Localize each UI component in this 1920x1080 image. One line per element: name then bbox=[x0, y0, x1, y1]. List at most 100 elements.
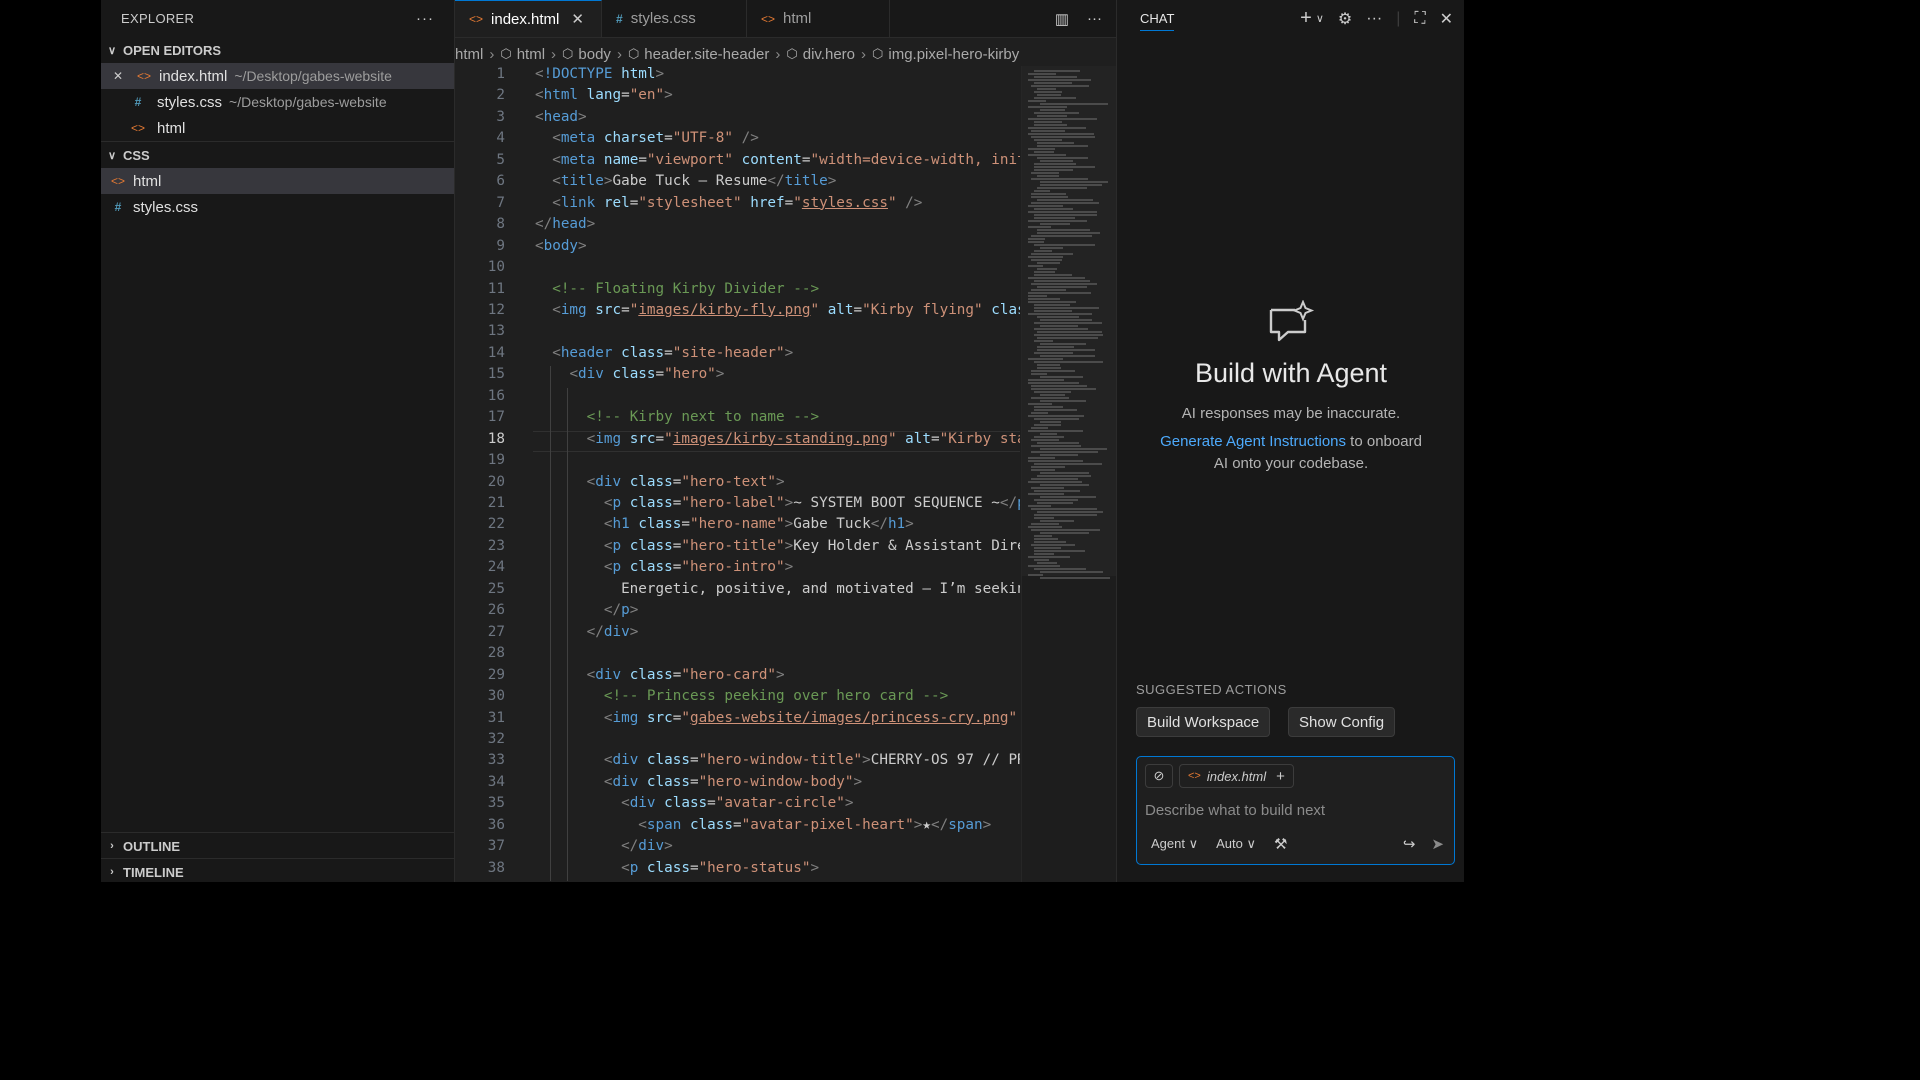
chevron-down-icon[interactable]: ∨ bbox=[1316, 12, 1324, 25]
new-chat-icon[interactable]: + bbox=[1300, 7, 1312, 30]
generate-instructions-link[interactable]: Generate Agent Instructions bbox=[1160, 433, 1346, 450]
minimap-line bbox=[1037, 337, 1098, 339]
close-icon[interactable]: ✕ bbox=[571, 10, 584, 28]
code-line[interactable]: <span class="avatar-pixel-heart">★</span… bbox=[535, 817, 991, 833]
chat-header: CHAT + ∨ ⚙ ··· | ⛶ ✕ bbox=[1117, 0, 1464, 37]
code-line[interactable]: <header class="site-header"> bbox=[535, 345, 793, 361]
model-dropdown[interactable]: Auto ∨ bbox=[1216, 836, 1256, 852]
code-area[interactable]: 1 <!DOCTYPE html> 2 <html lang="en"> 3 <head>… bbox=[455, 66, 1020, 882]
folder-label: CSS bbox=[123, 147, 150, 163]
code-line[interactable]: <meta name="viewport" content="width=dev… bbox=[535, 152, 1020, 168]
minimap-line bbox=[1028, 118, 1098, 120]
code-line[interactable]: <title>Gabe Tuck – Resume</title> bbox=[535, 173, 836, 189]
code-line[interactable]: <!-- Princess peeking over hero card --> bbox=[535, 688, 948, 704]
code-line[interactable]: <!DOCTYPE html> bbox=[535, 66, 664, 82]
code-line[interactable]: <body> bbox=[535, 238, 587, 254]
chat-input-toolbar: Agent ∨ Auto ∨ ⚒ ↪ ➤ bbox=[1151, 834, 1444, 854]
minimap-line bbox=[1031, 196, 1068, 198]
code-line[interactable]: <div class="hero-card"> bbox=[535, 667, 785, 683]
code-line[interactable]: <p class="hero-status"> bbox=[535, 860, 819, 876]
breadcrumb-item[interactable]: header.site-header bbox=[644, 46, 769, 63]
open-editor-item[interactable]: # styles.css ~/Desktop/gabes-website bbox=[101, 89, 454, 115]
code-line[interactable]: <p class="hero-title">Key Holder & Assis… bbox=[535, 538, 1020, 554]
code-line[interactable]: <div class="avatar-circle"> bbox=[535, 795, 854, 812]
maximize-icon[interactable]: ⛶ bbox=[1414, 10, 1425, 28]
tab-styles-css[interactable]: # styles.css bbox=[602, 0, 747, 37]
code-line[interactable]: <div class="hero-window-title">CHERRY-OS… bbox=[535, 752, 1020, 768]
code-line[interactable]: </head> bbox=[535, 216, 595, 232]
folder-file-item[interactable]: <> html bbox=[101, 168, 454, 194]
context-chip[interactable]: <> index.html + bbox=[1179, 764, 1294, 788]
code-line[interactable]: <img src="images/kirby-standing.png" alt… bbox=[535, 431, 1020, 447]
close-icon[interactable]: ✕ bbox=[1440, 9, 1453, 29]
code-token: images/kirby-fly.png bbox=[638, 301, 811, 318]
outline-section[interactable]: › OUTLINE bbox=[101, 832, 454, 859]
minimap-line bbox=[1037, 367, 1062, 369]
breadcrumb-item[interactable]: div.hero bbox=[803, 46, 855, 63]
open-editor-item[interactable]: <> html bbox=[101, 115, 454, 141]
code-line[interactable]: <div class="hero-window-body"> bbox=[535, 774, 862, 790]
breadcrumb-item[interactable]: html bbox=[455, 46, 483, 63]
code-line[interactable]: <div class="hero-text"> bbox=[535, 474, 785, 490]
tab-index-html[interactable]: <> index.html ✕ bbox=[455, 0, 602, 37]
minimap-line bbox=[1040, 103, 1109, 105]
minimap[interactable] bbox=[1021, 66, 1117, 882]
code-token: img bbox=[595, 430, 622, 447]
chat-title[interactable]: CHAT bbox=[1140, 6, 1175, 31]
open-editors-section[interactable]: ∨ OPEN EDITORS bbox=[101, 37, 454, 63]
code-line[interactable]: <img src="images/kirby-fly.png" alt="Kir… bbox=[535, 302, 1020, 318]
breadcrumb-item[interactable]: html bbox=[517, 46, 545, 63]
more-actions-icon[interactable]: ··· bbox=[1366, 10, 1382, 28]
more-actions-icon[interactable]: ··· bbox=[1087, 10, 1102, 27]
code-line[interactable]: <!-- Kirby next to name --> bbox=[535, 409, 819, 425]
line-number: 37 bbox=[487, 838, 505, 855]
code-line[interactable]: <h1 class="hero-name">Gabe Tuck</h1> bbox=[535, 516, 914, 532]
code-line[interactable]: <link rel="stylesheet" href="styles.css"… bbox=[535, 195, 922, 211]
show-config-button[interactable]: Show Config bbox=[1288, 707, 1396, 737]
timeline-section[interactable]: › TIMELINE bbox=[101, 858, 454, 882]
build-workspace-button[interactable]: Build Workspace bbox=[1136, 707, 1271, 737]
send-icon[interactable]: ➤ bbox=[1431, 835, 1444, 853]
minimap-line bbox=[1028, 73, 1057, 75]
code-line[interactable]: <p class="hero-label">~ SYSTEM BOOT SEQU… bbox=[535, 495, 1020, 511]
tools-icon[interactable]: ⚒ bbox=[1274, 835, 1287, 853]
outline-label: OUTLINE bbox=[123, 838, 181, 854]
split-editor-icon[interactable]: ▥ bbox=[1055, 10, 1069, 28]
minimap-line bbox=[1031, 412, 1048, 414]
code-line[interactable]: <p class="hero-intro"> bbox=[535, 559, 793, 575]
code-line[interactable]: <html lang="en"> bbox=[535, 87, 673, 103]
chat-input-placeholder[interactable]: Describe what to build next bbox=[1145, 802, 1325, 819]
breadcrumb-item[interactable]: img.pixel-hero-kirby bbox=[888, 46, 1019, 63]
minimap-line bbox=[1031, 478, 1079, 480]
code-token: > bbox=[844, 795, 854, 812]
code-line[interactable]: <!-- Floating Kirby Divider --> bbox=[535, 281, 819, 297]
code-line[interactable]: <meta charset="UTF-8" /> bbox=[535, 130, 759, 146]
code-token: " bbox=[887, 430, 897, 447]
mode-dropdown[interactable]: Agent ∨ bbox=[1151, 836, 1198, 852]
code-token: </ bbox=[621, 838, 639, 855]
code-line[interactable]: <head> bbox=[535, 109, 587, 125]
delegate-icon[interactable]: ↪ bbox=[1403, 835, 1416, 853]
code-token: > bbox=[776, 473, 785, 490]
more-actions-icon[interactable]: ··· bbox=[416, 10, 434, 27]
close-icon[interactable]: ✕ bbox=[107, 69, 129, 83]
gear-icon[interactable]: ⚙ bbox=[1338, 9, 1352, 29]
code-token: "hero-name" bbox=[689, 516, 785, 533]
minimap-line bbox=[1040, 421, 1061, 423]
folder-file-item[interactable]: # styles.css bbox=[101, 194, 454, 220]
code-line[interactable]: </div> bbox=[535, 838, 673, 854]
code-line[interactable]: <div class="hero"> bbox=[535, 366, 724, 382]
code-line[interactable]: <img src="gabes-website/images/princess-… bbox=[535, 710, 1017, 726]
minimap-line bbox=[1028, 460, 1083, 462]
folder-section[interactable]: ∨ CSS bbox=[101, 142, 454, 168]
attach-icon[interactable]: ⊘ bbox=[1145, 764, 1173, 788]
open-editor-item[interactable]: ✕ <> index.html ~/Desktop/gabes-website bbox=[101, 63, 454, 89]
tab-html[interactable]: <> html bbox=[747, 0, 890, 37]
code-line[interactable]: Energetic, positive, and motivated – I’m… bbox=[535, 581, 1020, 597]
code-token: </ bbox=[870, 516, 888, 533]
context-file: index.html bbox=[1206, 768, 1267, 784]
add-context-icon[interactable]: + bbox=[1276, 768, 1285, 785]
chat-input-box[interactable]: ⊘ <> index.html + Describe what to build… bbox=[1136, 756, 1455, 865]
breadcrumb-item[interactable]: body bbox=[578, 46, 611, 63]
code-token: > bbox=[853, 773, 863, 790]
